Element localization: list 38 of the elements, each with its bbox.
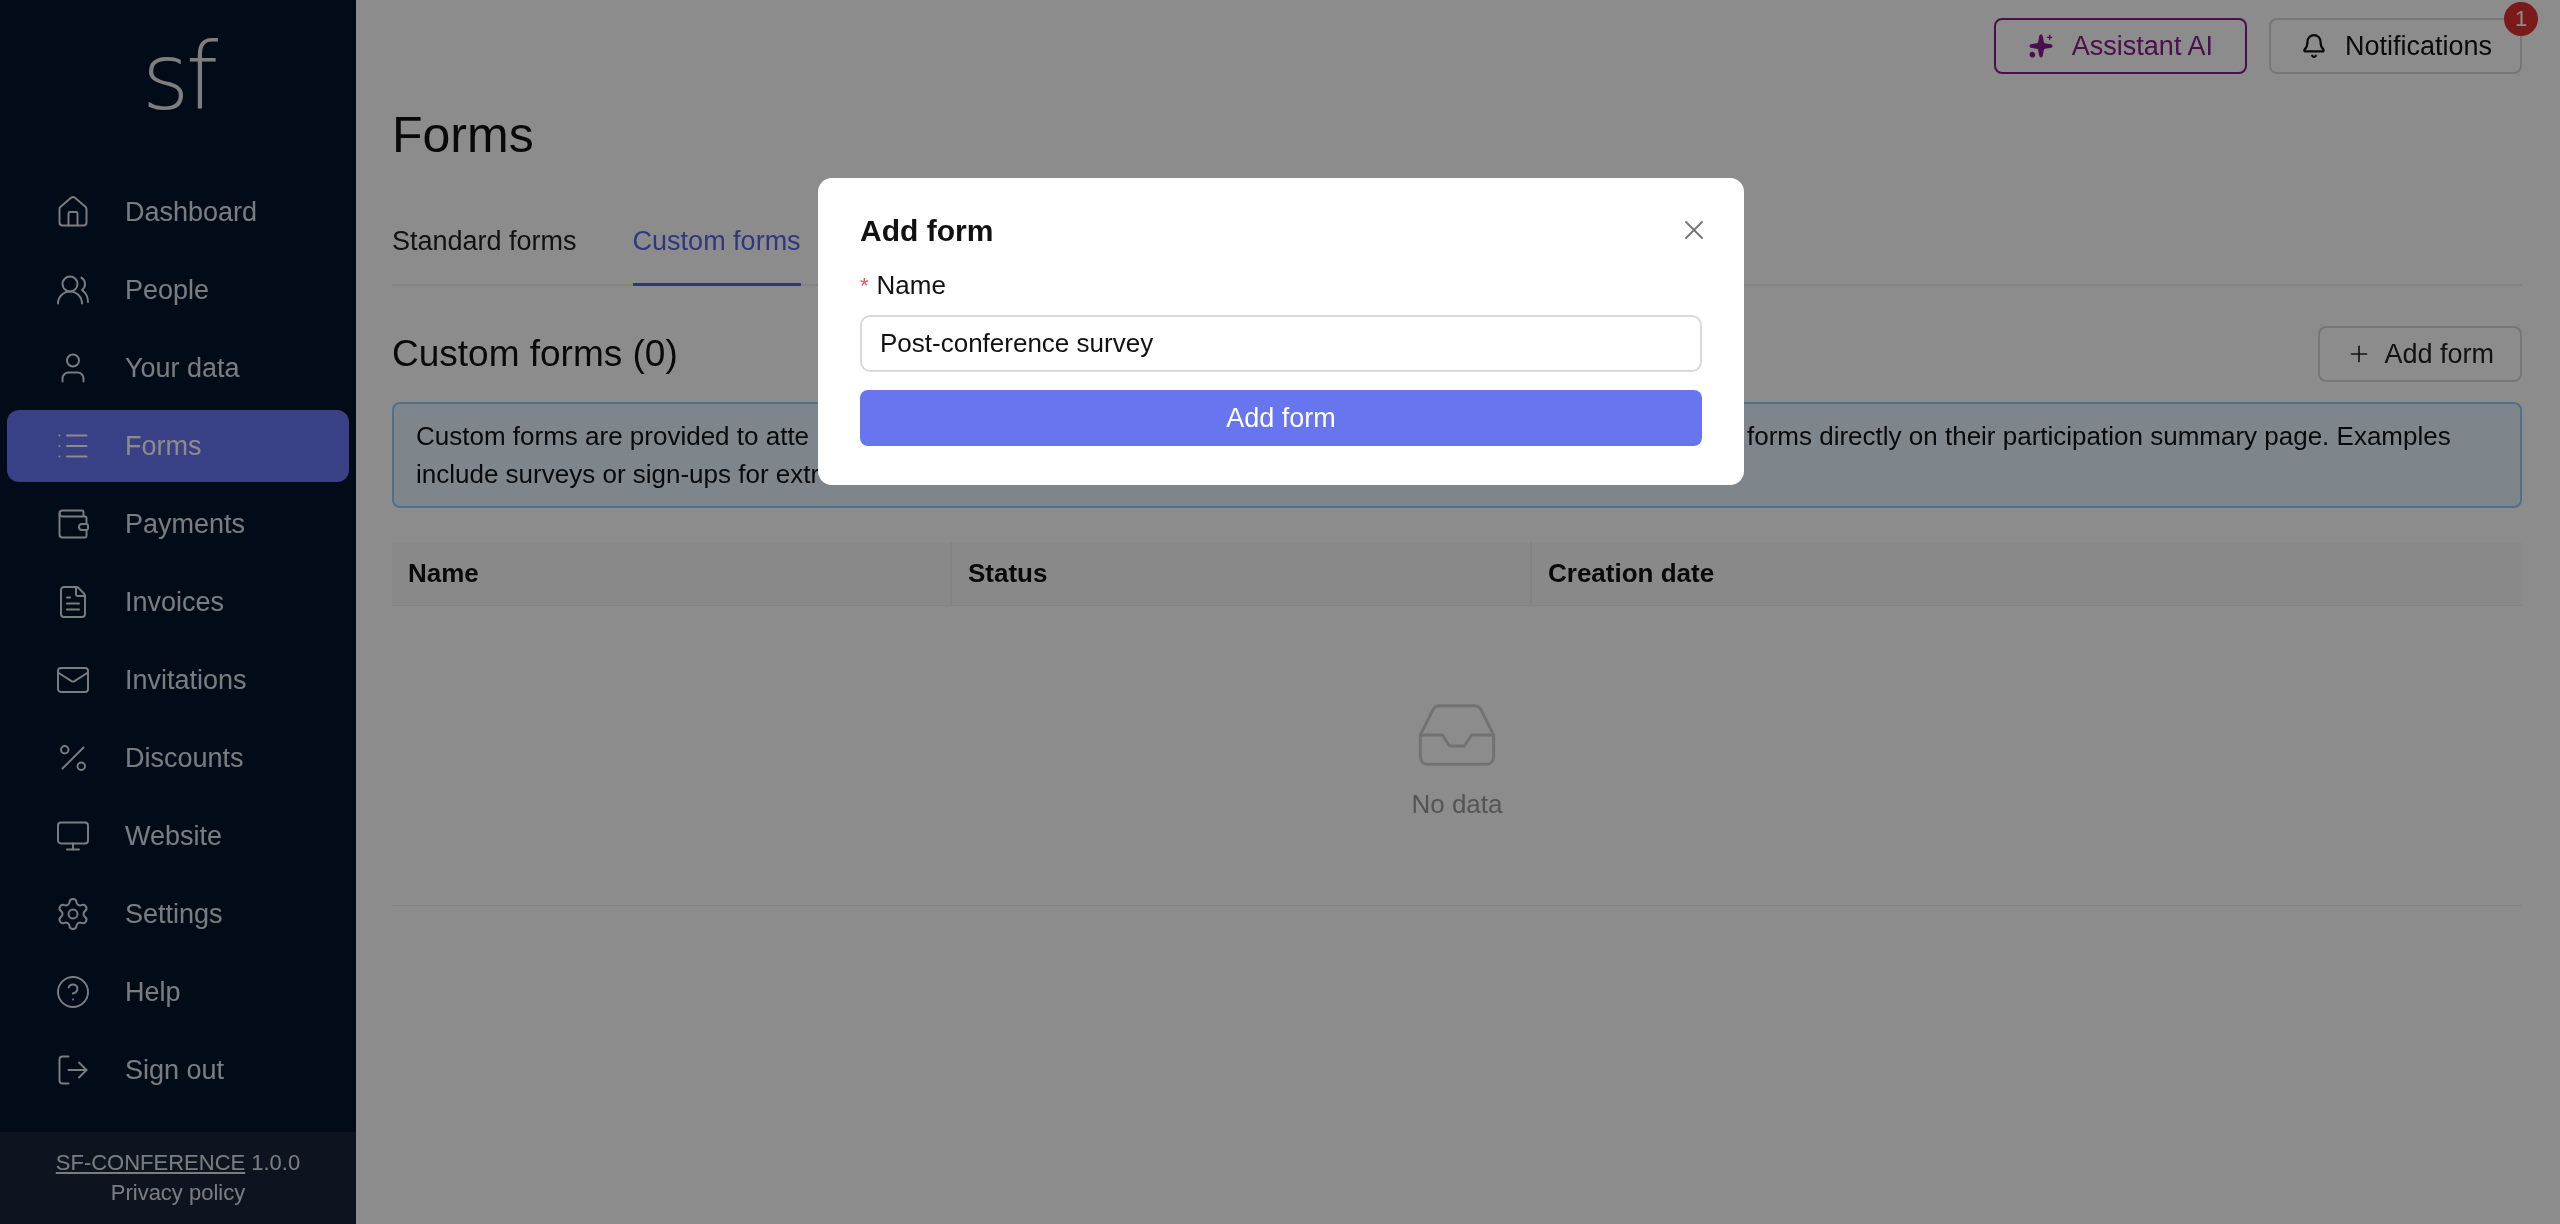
- nav-item[interactable]: Payments: [7, 488, 349, 560]
- column-header: Name: [407, 557, 480, 590]
- nav-item[interactable]: Discounts: [7, 722, 349, 794]
- nav-item[interactable]: Website: [7, 800, 349, 872]
- nav-item[interactable]: People: [7, 254, 349, 326]
- bell-icon: [2300, 33, 2327, 59]
- name-field[interactable]: Post-conference survey: [860, 315, 1702, 372]
- dialog-title: Add form: [860, 214, 994, 248]
- column-header: Status: [950, 542, 1530, 605]
- section-title: Custom forms (0): [392, 333, 678, 375]
- info-text: forms directly on their participation summary page. Examples: [1747, 420, 2451, 452]
- sparkle-icon: [2027, 33, 2054, 59]
- logo: sf: [141, 23, 215, 133]
- info-text: include surveys or sign-ups for extr: [416, 458, 820, 490]
- column-header: Creation date: [1530, 542, 2522, 605]
- privacy-policy-link[interactable]: Privacy policy: [110, 1180, 246, 1206]
- field-label: Name: [876, 270, 946, 301]
- nav-item[interactable]: Forms: [7, 410, 349, 482]
- nav-item[interactable]: Help: [7, 956, 349, 1028]
- nav-item[interactable]: Invoices: [7, 566, 349, 638]
- nav-item[interactable]: Settings: [7, 878, 349, 950]
- add-form-button[interactable]: Add form: [2318, 326, 2522, 382]
- add-form-button[interactable]: Add form: [860, 390, 1702, 446]
- product-link[interactable]: SF-CONFERENCE: [55, 1150, 246, 1176]
- nav-item[interactable]: Dashboard: [7, 176, 349, 248]
- assistant-ai-button[interactable]: Assistant AI: [1993, 18, 2247, 74]
- nav-item[interactable]: Sign out: [7, 1034, 349, 1106]
- notification-badge: 1: [2504, 2, 2538, 36]
- tab[interactable]: Standard forms: [392, 226, 577, 286]
- required-mark: *: [860, 272, 869, 299]
- info-text: Custom forms are provided to atte: [416, 420, 810, 452]
- page-title: Forms: [392, 106, 535, 164]
- help-icon: [55, 974, 91, 1010]
- nav-item[interactable]: Invitations: [7, 644, 349, 716]
- tab[interactable]: Custom forms: [632, 226, 801, 286]
- nav-item[interactable]: Your data: [7, 332, 349, 404]
- empty-text: No data: [1411, 789, 1503, 820]
- version-text: 1.0.0: [251, 1150, 301, 1176]
